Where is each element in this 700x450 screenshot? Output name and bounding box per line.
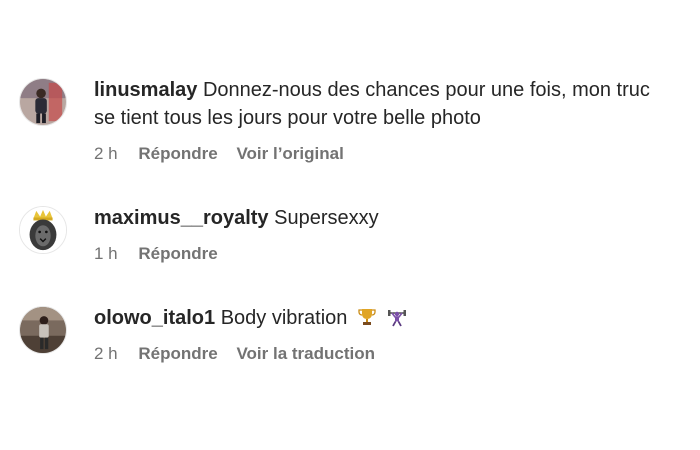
avatar-photo-icon — [20, 79, 66, 125]
comment-text: Supersexxy — [274, 207, 379, 229]
avatar-lion-crown-icon — [20, 207, 66, 253]
weightlifter-icon — [387, 307, 407, 327]
avatar[interactable] — [19, 306, 67, 354]
comment-username[interactable]: linusmalay — [94, 79, 197, 101]
comment-username[interactable]: maximus__royalty — [94, 207, 269, 229]
see-translation-button[interactable]: Voir la traduction — [236, 344, 375, 364]
comment-timestamp: 1 h — [94, 244, 118, 263]
reply-button[interactable]: Répondre — [138, 144, 217, 164]
avatar[interactable] — [19, 78, 67, 126]
comment-body: maximus__royalty Supersexxy 1 h Répondre — [94, 204, 674, 264]
comment-timestamp: 2 h — [94, 344, 118, 363]
reply-button[interactable]: Répondre — [138, 344, 217, 364]
comment-text-block: olowo_italo1 Body vibration — [94, 304, 674, 332]
comment-text: Body vibration — [220, 307, 348, 329]
comment-meta: 2 h Répondre Voir la traduction — [94, 344, 674, 364]
avatar-photo-icon — [20, 307, 66, 353]
comments-list: linusmalay Donnez-nous des chances pour … — [0, 0, 700, 450]
trophy-icon — [357, 307, 377, 327]
see-original-button[interactable]: Voir l’original — [236, 144, 343, 164]
comment-meta: 2 h Répondre Voir l’original — [94, 144, 674, 164]
comment-text-block: linusmalay Donnez-nous des chances pour … — [94, 76, 674, 132]
avatar[interactable] — [19, 206, 67, 254]
comment-timestamp: 2 h — [94, 144, 118, 163]
comment-username[interactable]: olowo_italo1 — [94, 307, 215, 329]
comment-body: olowo_italo1 Body vibration 2 h Répondre… — [94, 304, 674, 364]
reply-button[interactable]: Répondre — [138, 244, 217, 264]
comment-body: linusmalay Donnez-nous des chances pour … — [94, 76, 674, 164]
comment-text-block: maximus__royalty Supersexxy — [94, 204, 674, 232]
comment-meta: 1 h Répondre — [94, 244, 674, 264]
